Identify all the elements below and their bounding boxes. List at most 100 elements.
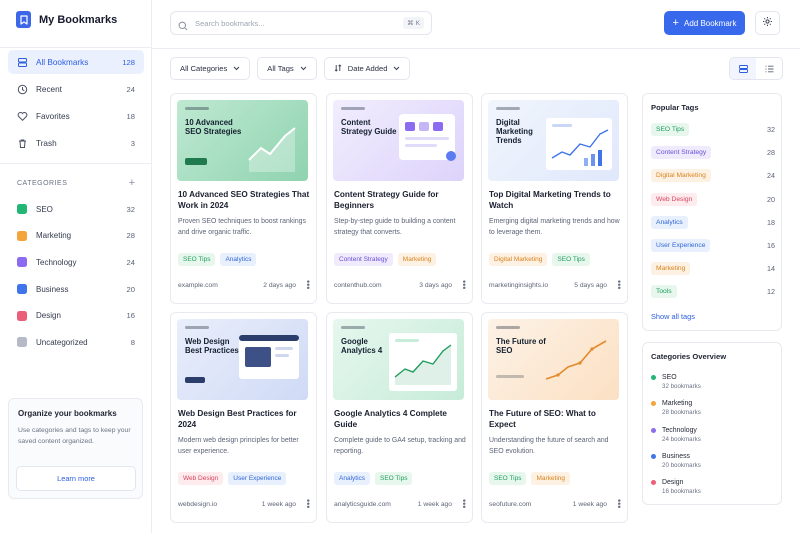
category-item-seo[interactable]: SEO 32 <box>8 196 144 223</box>
tag-badge[interactable]: SEO Tips <box>651 123 690 136</box>
thumbnail-logo <box>341 107 365 110</box>
heart-icon <box>17 111 28 122</box>
search-input[interactable] <box>195 18 404 28</box>
card-thumbnail[interactable]: 10 Advanced SEO Strategies <box>177 100 308 181</box>
popular-tag-row[interactable]: User Experience 16 <box>651 239 775 252</box>
popular-tag-row[interactable]: Web Design 20 <box>651 192 775 206</box>
popular-tag-row[interactable]: Analytics 18 <box>651 215 775 229</box>
tag-badge[interactable]: Web Design <box>178 472 224 485</box>
tag-count: 12 <box>767 287 775 297</box>
tags-filter-dropdown[interactable]: All Tags <box>257 57 317 80</box>
view-toggle <box>729 57 783 80</box>
tag-badge[interactable]: User Experience <box>228 472 287 485</box>
more-options-icon[interactable]: ••• <box>303 499 313 508</box>
thumbnail-title: Content Strategy Guide <box>341 118 397 136</box>
tag-badge[interactable]: Marketing <box>651 262 691 276</box>
card-title[interactable]: The Future of SEO: What to Expect <box>489 408 622 430</box>
tag-badge[interactable]: Content Strategy <box>651 146 712 160</box>
settings-button[interactable] <box>755 11 780 35</box>
promo-card: Organize your bookmarks Use categories a… <box>8 398 143 499</box>
tag-badge[interactable]: Content Strategy <box>334 253 393 266</box>
card-title[interactable]: 10 Advanced SEO Strategies That Work in … <box>178 189 311 211</box>
category-item-uncategorized[interactable]: Uncategorized 8 <box>8 329 144 356</box>
bookmark-card[interactable]: Web Design Best Practices Web Design Best… <box>170 312 317 523</box>
category-item-marketing[interactable]: Marketing 28 <box>8 223 144 250</box>
overview-row[interactable]: SEO 32 bookmarks <box>651 373 701 391</box>
tag-badge[interactable]: Web Design <box>651 192 698 206</box>
tag-badge[interactable]: Marketing <box>397 253 437 266</box>
popular-tag-row[interactable]: Marketing 14 <box>651 262 775 276</box>
more-options-icon[interactable]: ••• <box>303 280 313 289</box>
card-title[interactable]: Web Design Best Practices for 2024 <box>178 408 311 430</box>
card-thumbnail[interactable]: Digital Marketing Trends <box>488 100 619 181</box>
thumbnail-logo <box>496 326 520 329</box>
nav-item-recent[interactable]: Recent 24 <box>8 77 144 101</box>
overview-row[interactable]: Marketing 28 bookmarks <box>651 399 701 417</box>
category-dot-icon <box>651 480 656 486</box>
tag-badge[interactable]: SEO Tips <box>552 253 590 266</box>
nav-label: Trash <box>36 138 57 148</box>
tag-badge[interactable]: SEO Tips <box>489 472 527 485</box>
category-item-technology[interactable]: Technology 24 <box>8 249 144 276</box>
card-thumbnail[interactable]: Google Analytics 4 <box>333 319 464 400</box>
nav-item-favorites[interactable]: Favorites 18 <box>8 104 144 128</box>
card-title[interactable]: Content Strategy Guide for Beginners <box>334 189 467 211</box>
card-title[interactable]: Google Analytics 4 Complete Guide <box>334 408 467 430</box>
category-filter-dropdown[interactable]: All Categories <box>170 57 251 80</box>
card-thumbnail[interactable]: Web Design Best Practices <box>177 319 308 400</box>
card-tags: Analytics SEO Tips <box>334 472 413 485</box>
thumbnail-logo <box>185 326 209 329</box>
tag-badge[interactable]: Digital Marketing <box>651 169 711 183</box>
overview-row[interactable]: Design 16 bookmarks <box>651 478 701 496</box>
sort-dropdown[interactable]: Date Added <box>323 57 411 80</box>
more-options-icon[interactable]: ••• <box>614 499 624 508</box>
more-options-icon[interactable]: ••• <box>614 280 624 289</box>
nav-item-all-bookmarks[interactable]: All Bookmarks 128 <box>8 50 144 74</box>
card-thumbnail[interactable]: Content Strategy Guide <box>333 100 464 181</box>
sidebar: My Bookmarks All Bookmarks 128 Recent 24… <box>0 0 152 533</box>
card-thumbnail[interactable]: The Future of SEO <box>488 319 619 400</box>
card-description: Complete guide to GA4 setup, tracking an… <box>334 437 466 455</box>
popular-tag-row[interactable]: SEO Tips 32 <box>651 123 775 136</box>
more-options-icon[interactable]: ••• <box>459 499 469 508</box>
popular-tag-row[interactable]: Tools 12 <box>651 285 775 299</box>
grid-view-button[interactable] <box>730 58 756 79</box>
add-bookmark-label: Add Bookmark <box>683 18 737 28</box>
card-footer: seofuture.com 1 week ago ••• <box>489 497 624 511</box>
tag-badge[interactable]: Analytics <box>220 253 257 266</box>
nav-item-trash[interactable]: Trash 3 <box>8 131 144 155</box>
overview-row[interactable]: Technology 24 bookmarks <box>651 426 701 444</box>
tag-badge[interactable]: SEO Tips <box>375 472 413 485</box>
card-title[interactable]: Top Digital Marketing Trends to Watch <box>489 189 622 211</box>
tag-badge[interactable]: User Experience <box>651 239 711 252</box>
add-bookmark-button[interactable]: + Add Bookmark <box>664 11 745 35</box>
search-icon <box>178 18 188 31</box>
brand[interactable]: My Bookmarks <box>16 11 117 28</box>
bookmark-card[interactable]: 10 Advanced SEO Strategies 10 Advanced SE… <box>170 93 317 304</box>
category-count: 24 <box>126 257 135 267</box>
bookmark-card[interactable]: The Future of SEO The Future of SEO: What… <box>481 312 628 523</box>
category-item-design[interactable]: Design 16 <box>8 302 144 329</box>
add-category-icon[interactable]: + <box>129 177 135 189</box>
category-item-business[interactable]: Business 20 <box>8 276 144 303</box>
card-tags: SEO Tips Marketing <box>489 472 571 485</box>
tag-badge[interactable]: Marketing <box>531 472 571 485</box>
more-options-icon[interactable]: ••• <box>459 280 469 289</box>
bookmark-card[interactable]: Digital Marketing Trends Top Digital Mark… <box>481 93 628 304</box>
tag-badge[interactable]: Analytics <box>334 472 371 485</box>
popular-tag-row[interactable]: Digital Marketing 24 <box>651 169 775 183</box>
tag-badge[interactable]: Analytics <box>651 215 688 229</box>
tag-badge[interactable]: Tools <box>651 285 677 299</box>
thumbnail-title: 10 Advanced SEO Strategies <box>185 118 242 136</box>
card-time: 2 days ago <box>263 281 296 289</box>
list-view-button[interactable] <box>756 58 782 79</box>
overview-row[interactable]: Business 20 bookmarks <box>651 452 701 470</box>
learn-more-button[interactable]: Learn more <box>16 466 136 491</box>
bookmark-card[interactable]: Content Strategy Guide Content Strategy G… <box>326 93 473 304</box>
popular-tag-row[interactable]: Content Strategy 28 <box>651 146 775 160</box>
bookmark-card[interactable]: Google Analytics 4 Google Analytics 4 Com… <box>326 312 473 523</box>
show-all-tags-link[interactable]: Show all tags <box>651 312 695 321</box>
card-time: 1 week ago <box>417 500 452 508</box>
tag-badge[interactable]: SEO Tips <box>178 253 216 266</box>
tag-badge[interactable]: Digital Marketing <box>489 253 548 266</box>
